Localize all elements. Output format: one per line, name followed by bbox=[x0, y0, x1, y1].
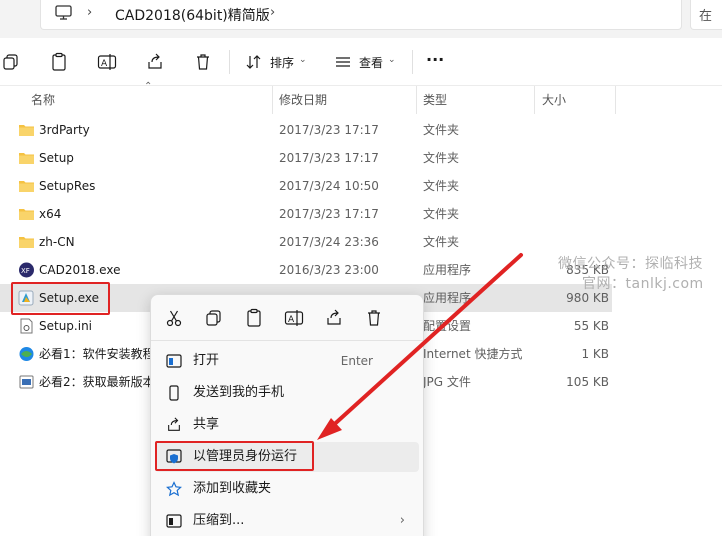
watermark-line-2: 官网：tanlkj.com bbox=[582, 276, 704, 292]
watermark-line-1: 微信公众号：探临科技 bbox=[558, 256, 703, 272]
